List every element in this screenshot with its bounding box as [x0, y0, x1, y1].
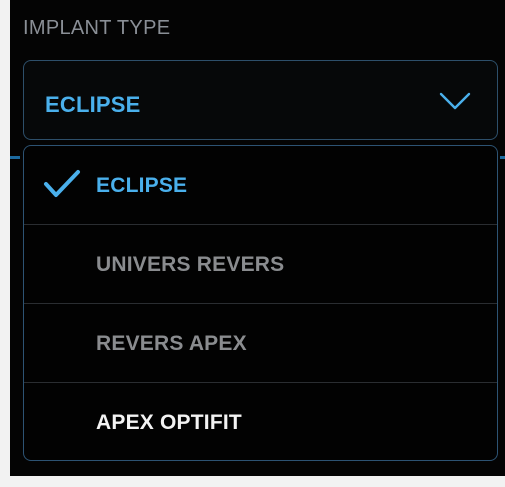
option-eclipse[interactable]: ECLIPSE	[24, 146, 497, 225]
implant-type-select[interactable]: ECLIPSE	[23, 60, 498, 140]
option-revers-apex[interactable]: REVERS APEX	[24, 304, 497, 383]
implant-type-label: IMPLANT TYPE	[23, 17, 171, 39]
option-label: ECLIPSE	[96, 174, 188, 197]
option-label: REVERS APEX	[96, 332, 247, 355]
implant-type-dropdown-list: ECLIPSE UNIVERS REVERS REVERS APEX APEX …	[23, 145, 498, 461]
chevron-down-icon[interactable]	[439, 91, 471, 111]
accent-line-right	[500, 156, 505, 159]
selected-value: ECLIPSE	[45, 92, 141, 117]
accent-line-left	[10, 156, 20, 159]
implant-type-panel: IMPLANT TYPE ECLIPSE ECLIPSE UNIVERS REV…	[10, 0, 505, 476]
option-apex-optifit[interactable]: APEX OPTIFIT	[24, 383, 497, 460]
option-label: APEX OPTIFIT	[96, 411, 242, 434]
option-univers-revers[interactable]: UNIVERS REVERS	[24, 225, 497, 304]
option-label: UNIVERS REVERS	[96, 253, 285, 276]
checkmark-icon	[44, 170, 80, 197]
